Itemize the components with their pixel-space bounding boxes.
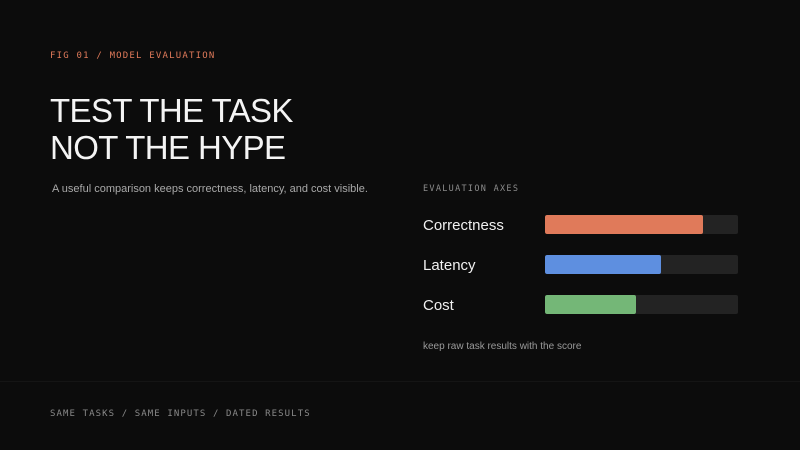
lede-text: A useful comparison keeps correctness, l… <box>52 183 368 195</box>
axis-row-latency: Latency <box>423 255 738 275</box>
axis-label: Cost <box>423 297 454 314</box>
axis-row-cost: Cost <box>423 295 738 315</box>
axis-label: Correctness <box>423 217 504 234</box>
axes-note: keep raw task results with the score <box>423 341 582 352</box>
axis-fill-cost <box>545 295 636 314</box>
slide: FIG 01 / MODEL EVALUATION TEST THE TASK … <box>0 0 800 450</box>
headline-line-1: TEST THE TASK <box>50 92 293 129</box>
axis-track <box>545 255 738 274</box>
axis-fill-correctness <box>545 215 704 234</box>
axis-fill-latency <box>545 255 661 274</box>
footer-divider <box>0 381 800 382</box>
axis-track <box>545 215 738 234</box>
headline-line-2: NOT THE HYPE <box>50 129 286 166</box>
headline: TEST THE TASK NOT THE HYPE <box>50 92 293 166</box>
footer-caption: SAME TASKS / SAME INPUTS / DATED RESULTS <box>50 409 311 419</box>
figure-eyebrow: FIG 01 / MODEL EVALUATION <box>50 51 216 61</box>
axis-track <box>545 295 738 314</box>
axes-panel-label: EVALUATION AXES <box>423 184 520 194</box>
axis-row-correctness: Correctness <box>423 215 738 235</box>
axis-label: Latency <box>423 257 476 274</box>
